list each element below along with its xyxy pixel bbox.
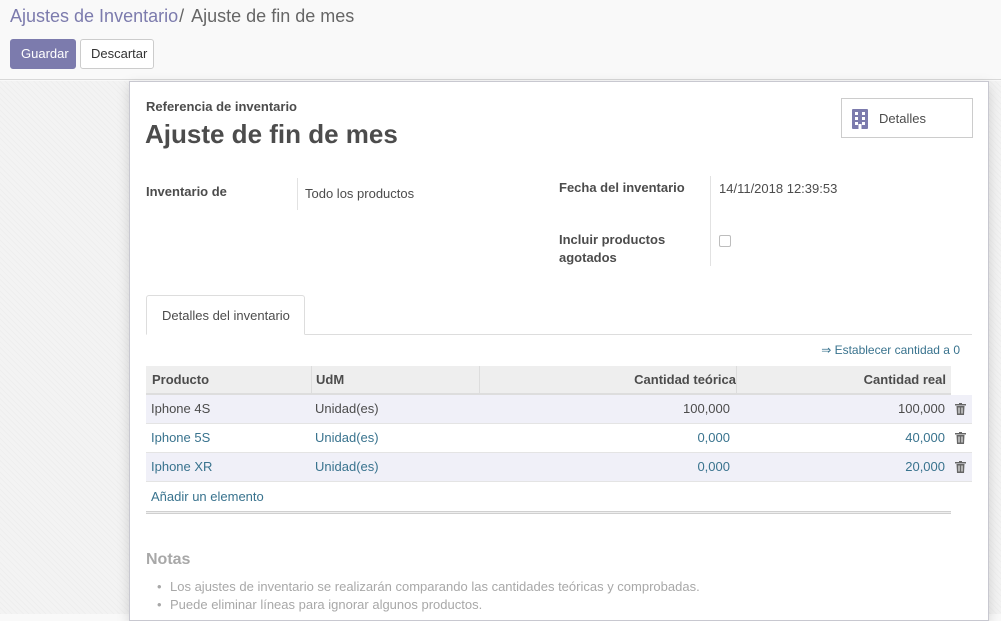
form-sheet: Referencia de inventario Ajuste de fin d…	[129, 81, 989, 621]
page-title[interactable]: Ajuste de fin de mes	[145, 119, 398, 149]
table-footer	[146, 511, 951, 514]
cell-real-qty[interactable]: 20,000	[905, 453, 945, 481]
cell-real-qty[interactable]: 100,000	[898, 395, 945, 423]
note-item: Los ajustes de inventario se realizarán …	[157, 578, 700, 596]
include-exhausted-checkbox[interactable]	[719, 235, 731, 247]
inventory-lines-table: Producto UdM Cantidad teórica Cantidad r…	[146, 366, 972, 514]
save-button[interactable]: Guardar	[10, 39, 76, 69]
field-divider	[710, 176, 711, 266]
table-row[interactable]: Iphone XR Unidad(es) 0,000 20,000	[146, 453, 972, 482]
include-exhausted-label: Incluir productos agotados	[559, 231, 665, 267]
reference-label: Referencia de inventario	[146, 99, 297, 114]
inventory-date-label: Fecha del inventario	[559, 180, 685, 195]
notes-list: Los ajustes de inventario se realizarán …	[157, 578, 700, 614]
set-quantity-zero-link[interactable]: ⇒ Establecer cantidad a 0	[821, 343, 960, 357]
add-line-link[interactable]: Añadir un elemento	[151, 489, 264, 504]
inventory-of-value[interactable]: Todo los productos	[305, 186, 414, 201]
building-icon	[851, 108, 869, 130]
cell-theoretical-qty: 100,000	[683, 401, 730, 416]
cell-uom[interactable]: Unidad(es)	[315, 453, 379, 481]
column-separator	[479, 366, 480, 393]
cell-real-qty[interactable]: 40,000	[905, 424, 945, 452]
breadcrumb-separator: /	[179, 6, 185, 26]
field-divider	[297, 178, 298, 210]
cell-theoretical-qty: 0,000	[697, 459, 730, 474]
column-separator	[736, 366, 737, 393]
note-item: Puede eliminar líneas para ignorar algun…	[157, 596, 700, 614]
cell-product[interactable]: Iphone 4S	[151, 395, 210, 423]
table-row[interactable]: Iphone 4S Unidad(es) 100,000 100,000	[146, 395, 972, 424]
tab-inventory-details-label: Detalles del inventario	[162, 308, 290, 323]
details-smart-button[interactable]: Detalles	[841, 98, 973, 138]
control-panel: Ajustes de Inventario/ Ajuste de fin de …	[0, 0, 1001, 80]
column-header-uom[interactable]: UdM	[316, 366, 344, 393]
details-smart-button-label: Detalles	[879, 111, 926, 126]
cell-theoretical-qty: 0,000	[697, 430, 730, 445]
cell-uom[interactable]: Unidad(es)	[315, 395, 379, 423]
column-separator	[311, 366, 312, 393]
column-header-real-qty[interactable]: Cantidad real	[864, 366, 946, 393]
discard-button[interactable]: Descartar	[80, 39, 154, 69]
column-header-theoretical-qty[interactable]: Cantidad teórica	[634, 366, 736, 393]
cell-uom[interactable]: Unidad(es)	[315, 424, 379, 452]
table-row[interactable]: Iphone 5S Unidad(es) 0,000 40,000	[146, 424, 972, 453]
trash-icon[interactable]	[955, 432, 966, 444]
notes-title: Notas	[146, 551, 191, 568]
inventory-date-value[interactable]: 14/11/2018 12:39:53	[719, 181, 837, 196]
tab-inventory-details[interactable]: Detalles del inventario	[146, 295, 305, 335]
table-header: Producto UdM Cantidad teórica Cantidad r…	[146, 366, 951, 395]
breadcrumb: Ajustes de Inventario/ Ajuste de fin de …	[10, 6, 354, 26]
breadcrumb-current: Ajuste de fin de mes	[191, 6, 355, 26]
inventory-of-label: Inventario de	[146, 184, 227, 199]
trash-icon[interactable]	[955, 403, 966, 415]
column-header-product[interactable]: Producto	[152, 366, 209, 393]
breadcrumb-parent-link[interactable]: Ajustes de Inventario	[10, 6, 178, 26]
include-exhausted-label-line-1: Incluir productos	[559, 232, 666, 247]
add-line-row: Añadir un elemento	[146, 482, 972, 511]
trash-icon[interactable]	[955, 461, 966, 473]
include-exhausted-label-line-2: agotados	[559, 250, 617, 265]
cell-product[interactable]: Iphone 5S	[151, 424, 210, 452]
cell-product[interactable]: Iphone XR	[151, 453, 212, 481]
